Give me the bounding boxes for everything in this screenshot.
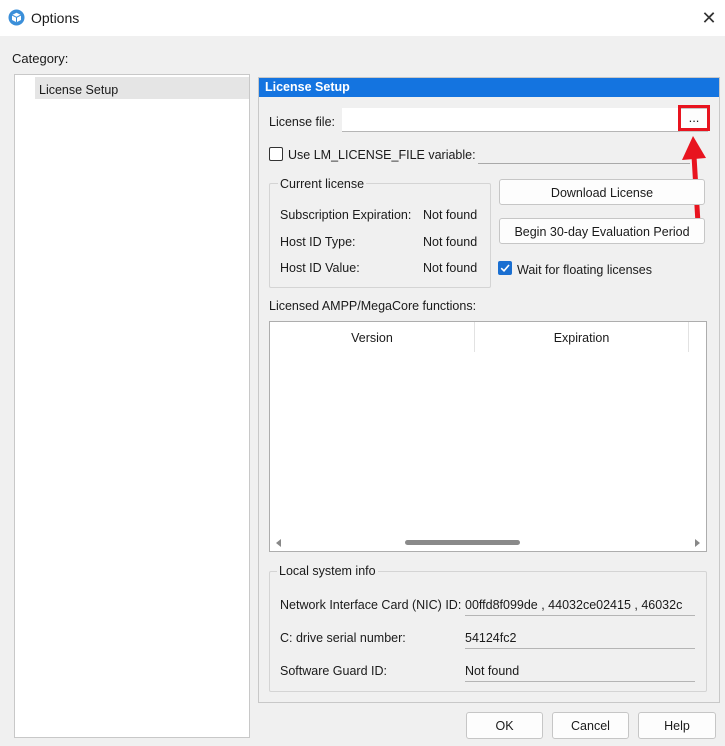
host-id-value-value: Not found	[423, 261, 478, 275]
column-divider	[688, 322, 689, 352]
host-id-type-label: Host ID Type:	[280, 235, 356, 249]
lm-license-checkbox[interactable]	[269, 147, 283, 161]
scrollbar-thumb[interactable]	[405, 540, 520, 545]
host-id-type-value: Not found	[423, 235, 478, 249]
title-bar	[0, 0, 725, 36]
nic-id-label: Network Interface Card (NIC) ID:	[280, 598, 462, 612]
subscription-expiration-label: Subscription Expiration:	[280, 208, 412, 222]
drive-serial-value: 54124fc2	[465, 627, 695, 649]
license-file-input[interactable]	[342, 108, 680, 132]
nic-id-value: 00ffd8f099de , 44032ce02415 , 46032c	[465, 594, 695, 616]
lm-license-input[interactable]	[478, 163, 690, 164]
help-button[interactable]: Help	[638, 712, 716, 739]
functions-table[interactable]: Version Expiration	[269, 321, 707, 552]
check-icon	[500, 264, 510, 272]
close-button[interactable]: ✕	[694, 4, 724, 32]
functions-label: Licensed AMPP/MegaCore functions:	[269, 299, 477, 313]
wait-floating-label: Wait for floating licenses	[517, 263, 653, 277]
local-system-info-title: Local system info	[277, 564, 378, 578]
evaluation-period-button[interactable]: Begin 30-day Evaluation Period	[499, 218, 705, 244]
window-title: Options	[31, 10, 80, 26]
cancel-button[interactable]: Cancel	[552, 712, 629, 739]
download-license-button[interactable]: Download License	[499, 179, 705, 205]
wait-floating-checkbox[interactable]	[498, 261, 512, 275]
drive-serial-label: C: drive serial number:	[280, 631, 406, 645]
column-header-expiration[interactable]: Expiration	[475, 322, 688, 354]
software-guard-label: Software Guard ID:	[280, 664, 387, 678]
license-file-label: License file:	[269, 115, 336, 129]
app-cube-icon	[8, 9, 25, 26]
close-icon: ✕	[701, 7, 717, 28]
current-license-title: Current license	[278, 177, 367, 191]
software-guard-value: Not found	[465, 660, 695, 682]
host-id-value-label: Host ID Value:	[280, 261, 360, 275]
subscription-expiration-value: Not found	[423, 208, 478, 222]
highlight-box	[678, 105, 710, 131]
category-item-label: License Setup	[39, 83, 119, 97]
scroll-right-icon[interactable]	[693, 539, 701, 547]
ok-button[interactable]: OK	[466, 712, 543, 739]
category-tree: License Setup	[14, 74, 250, 738]
column-header-version[interactable]: Version	[270, 322, 474, 354]
category-label: Category:	[12, 51, 69, 66]
scroll-left-icon[interactable]	[275, 539, 283, 547]
category-item-license-setup[interactable]: License Setup	[35, 77, 249, 99]
lm-license-label: Use LM_LICENSE_FILE variable:	[288, 148, 476, 162]
panel-header: License Setup	[259, 78, 719, 97]
